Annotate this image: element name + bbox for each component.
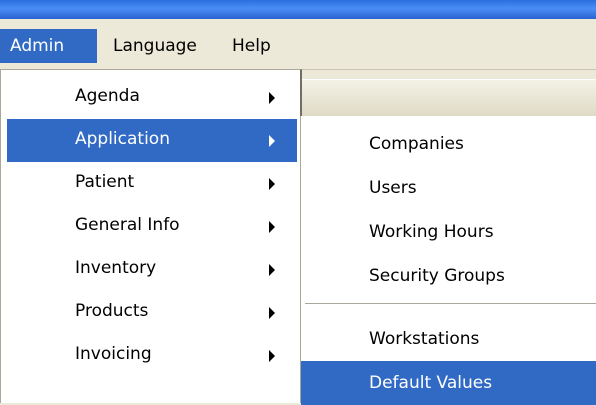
- submenu-arrow-icon: [269, 134, 275, 147]
- submenu-item-users[interactable]: Users: [301, 166, 596, 210]
- menu-item-patient[interactable]: Patient: [7, 162, 297, 205]
- menu-help[interactable]: Help: [222, 29, 284, 63]
- menu-bar: Admin Language Help: [0, 19, 596, 70]
- menu-item-label: Products: [75, 301, 149, 321]
- menu-admin[interactable]: Admin: [0, 29, 97, 63]
- menu-item-application[interactable]: Application: [7, 119, 297, 162]
- submenu-item-working-hours[interactable]: Working Hours: [301, 210, 596, 254]
- submenu-item-workstations[interactable]: Workstations: [301, 317, 596, 361]
- window-title-bar: [0, 0, 596, 19]
- submenu-arrow-icon: [269, 349, 275, 362]
- submenu-item-security-groups[interactable]: Security Groups: [301, 254, 596, 298]
- menu-language[interactable]: Language: [103, 29, 221, 63]
- admin-dropdown-menu: Agenda Application Patient General Info …: [0, 69, 302, 403]
- menu-item-label: Application: [75, 129, 170, 149]
- submenu-arrow-icon: [269, 263, 275, 276]
- menu-item-label: General Info: [75, 215, 180, 235]
- submenu-arrow-icon: [269, 220, 275, 233]
- menu-item-label: Agenda: [75, 86, 140, 106]
- submenu-arrow-icon: [269, 306, 275, 319]
- background-toolbar: [300, 79, 596, 117]
- submenu-arrow-icon: [269, 91, 275, 104]
- menu-item-products[interactable]: Products: [7, 291, 297, 334]
- menu-item-label: Patient: [75, 172, 135, 192]
- submenu-item-companies[interactable]: Companies: [301, 122, 596, 166]
- submenu-item-default-values[interactable]: Default Values: [301, 361, 596, 405]
- menu-item-label: Invoicing: [75, 344, 152, 364]
- menu-item-label: Inventory: [75, 258, 157, 278]
- menu-item-agenda[interactable]: Agenda: [7, 76, 297, 119]
- submenu-arrow-icon: [269, 177, 275, 190]
- menu-item-invoicing[interactable]: Invoicing: [7, 334, 297, 377]
- menu-item-inventory[interactable]: Inventory: [7, 248, 297, 291]
- menu-item-general-info[interactable]: General Info: [7, 205, 297, 248]
- menu-separator: [305, 303, 596, 305]
- application-submenu: Companies Users Working Hours Security G…: [300, 116, 596, 405]
